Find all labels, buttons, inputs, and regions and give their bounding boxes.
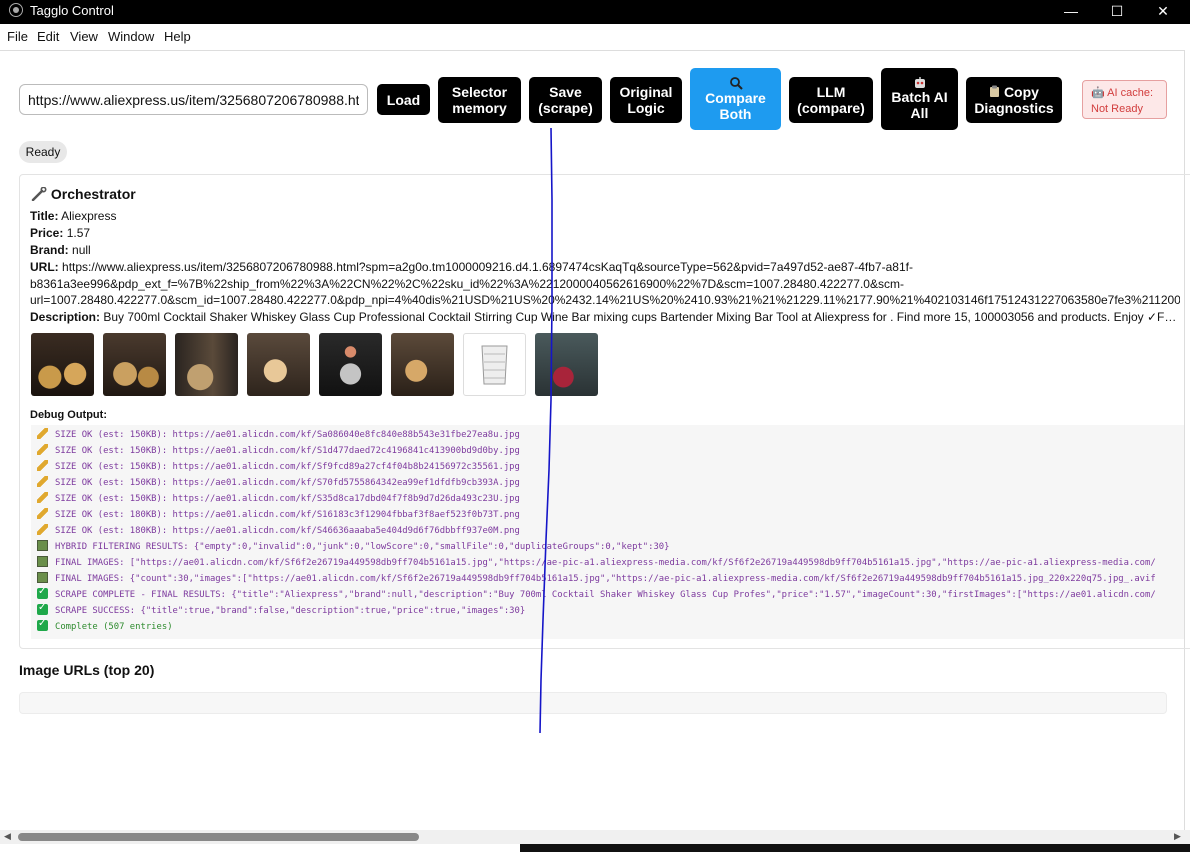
- pen-annotation-overlay: [539, 127, 553, 734]
- pen-stroke: [539, 127, 553, 734]
